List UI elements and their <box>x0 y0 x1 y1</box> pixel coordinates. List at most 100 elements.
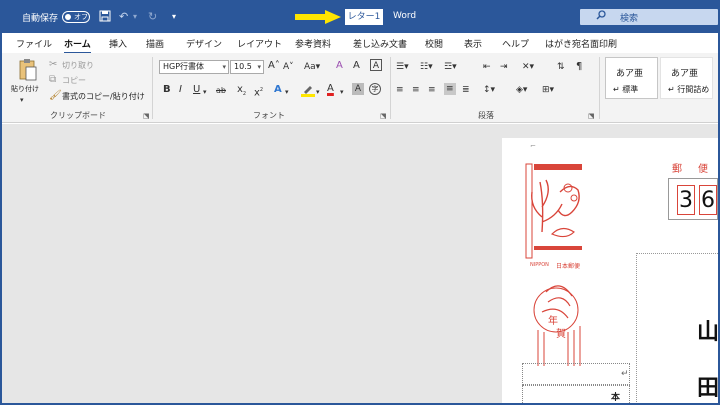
decrease-indent-icon[interactable]: ⇤ <box>483 61 491 73</box>
show-marks-icon[interactable]: ¶ <box>576 61 582 73</box>
increase-indent-icon[interactable]: ⇥ <box>500 61 508 73</box>
search-placeholder: 検索 <box>620 14 639 24</box>
justify-icon[interactable]: ≡ <box>444 83 456 95</box>
subscript-icon[interactable]: x2 <box>237 84 246 100</box>
clear-formatting-icon[interactable]: A <box>336 60 343 72</box>
address-box[interactable]: 山 田 <box>636 253 720 403</box>
font-size-value: 10.5 <box>234 62 252 71</box>
document-title: レター1 <box>345 9 383 25</box>
font-name-value: HGP行書体 <box>163 62 205 71</box>
ribbon-tabs: ファイル ホーム 挿入 描画 デザイン レイアウト 参考資料 差し込み文書 校閲… <box>2 33 718 54</box>
tab-layout[interactable]: レイアウト <box>237 37 282 50</box>
word-window: 自動保存 オフ ↶ ▾ ↻ ▾ レター1 Word 検索 ファイル ホーム 挿入… <box>0 0 720 405</box>
enclose-characters-icon[interactable]: 字 <box>369 83 381 95</box>
character-shading-icon[interactable]: A <box>352 83 364 95</box>
align-center-icon[interactable]: ≡ <box>412 84 420 96</box>
copy-icon[interactable]: ⧉ <box>49 74 56 86</box>
underline-dropdown-icon[interactable]: ▾ <box>203 86 207 98</box>
chevron-down-icon: ▾ <box>222 63 226 71</box>
underline-icon[interactable]: U <box>193 84 200 96</box>
toggle-knob <box>65 14 71 20</box>
address-char: 山 <box>697 319 720 345</box>
style-normal[interactable]: あア亜 ↵ 標準 <box>605 57 658 99</box>
format-painter-label[interactable]: 書式のコピー/貼り付け <box>62 91 145 102</box>
tab-design[interactable]: デザイン <box>186 37 222 50</box>
change-case-icon[interactable]: Aa▾ <box>304 61 320 73</box>
sender-box[interactable] <box>522 363 630 385</box>
format-painter-icon[interactable]: 🖌 <box>49 90 62 102</box>
paragraph-launcher-icon[interactable]: ⬔ <box>588 112 595 120</box>
autosave-label: 自動保存 <box>22 14 59 24</box>
paragraph-group-label: 段落 <box>478 111 494 120</box>
font-name-combo[interactable]: HGP行書体 ▾ <box>159 60 229 74</box>
tab-draw[interactable]: 描画 <box>146 37 164 50</box>
clipboard-launcher-icon[interactable]: ⬔ <box>143 112 150 120</box>
highlight-icon[interactable] <box>301 83 315 101</box>
separator <box>152 57 153 119</box>
tab-references[interactable]: 参考資料 <box>295 37 331 50</box>
save-icon[interactable] <box>99 10 111 25</box>
multilevel-list-icon[interactable]: ☲▾ <box>444 61 457 73</box>
postal-label-1: 郵 <box>672 164 682 175</box>
tab-view[interactable]: 表示 <box>464 37 482 50</box>
font-color-icon[interactable]: A <box>327 83 334 95</box>
character-border-icon[interactable]: A <box>370 59 382 71</box>
zip-code-box[interactable]: 3 6 <box>668 178 718 220</box>
title-bar: 自動保存 オフ ↶ ▾ ↻ ▾ レター1 Word 検索 <box>2 2 718 33</box>
shading-icon[interactable]: ◈▾ <box>516 84 527 96</box>
text-direction-icon[interactable]: ✕▾ <box>522 61 534 73</box>
style-no-spacing[interactable]: あア亜 ↵ 行間詰め <box>660 57 713 99</box>
italic-icon[interactable]: I <box>179 84 182 96</box>
font-color-dropdown-icon[interactable]: ▾ <box>340 86 344 98</box>
numbering-icon[interactable]: ☷▾ <box>420 61 433 73</box>
tab-review[interactable]: 校閲 <box>425 37 443 50</box>
font-size-combo[interactable]: 10.5 ▾ <box>230 60 264 74</box>
sort-icon[interactable]: ⇅ <box>557 61 565 73</box>
separator <box>599 57 600 119</box>
paste-icon[interactable] <box>18 58 38 86</box>
stamp-illustration-icon <box>525 163 582 259</box>
autosave-toggle[interactable]: オフ <box>62 11 90 23</box>
borders-icon[interactable]: ⊞▾ <box>542 84 554 96</box>
tab-home[interactable]: ホーム <box>64 37 91 54</box>
tab-file[interactable]: ファイル <box>16 37 52 50</box>
zip-digit: 3 <box>677 185 695 215</box>
grow-font-icon[interactable]: A˄ <box>268 60 280 72</box>
highlight-dropdown-icon[interactable]: ▾ <box>316 86 320 98</box>
strikethrough-icon[interactable]: ab <box>216 85 226 97</box>
align-left-icon[interactable]: ≡ <box>396 84 404 96</box>
tab-insert[interactable]: 挿入 <box>109 37 127 50</box>
tab-postcard-print[interactable]: はがき宛名面印刷 <box>545 37 617 50</box>
cut-icon[interactable]: ✂ <box>49 59 57 71</box>
bold-icon[interactable]: B <box>163 84 171 96</box>
redo-icon[interactable]: ↻ <box>148 10 157 23</box>
tab-mailings[interactable]: 差し込み文書 <box>353 37 407 50</box>
align-right-icon[interactable]: ≡ <box>428 84 436 96</box>
cut-label[interactable]: 切り取り <box>62 60 94 71</box>
nenga-char-2: 賀 <box>556 329 566 340</box>
line-spacing-icon[interactable]: ↕▾ <box>483 84 495 96</box>
font-launcher-icon[interactable]: ⬔ <box>380 112 387 120</box>
nenga-stamp-icon <box>533 285 581 366</box>
undo-icon[interactable]: ↶ <box>119 10 128 23</box>
font-group-label: フォント <box>253 111 285 120</box>
undo-dropdown-icon[interactable]: ▾ <box>133 12 137 21</box>
phonetic-guide-icon[interactable]: A <box>353 60 360 72</box>
autosave-state: オフ <box>74 13 88 21</box>
superscript-icon[interactable]: x2 <box>254 84 263 99</box>
separator <box>390 57 391 119</box>
paste-dropdown-icon[interactable]: ▾ <box>20 94 24 106</box>
postcard-page[interactable]: ⌐ NIPPON 日本郵便 年 賀 郵 便 3 6 山 田 ↵ 本 <box>502 138 720 403</box>
stamp-nippon-label: NIPPON <box>530 262 549 268</box>
search-box[interactable]: 検索 <box>580 9 718 25</box>
customize-toolbar-icon[interactable]: ▾ <box>172 12 176 21</box>
paste-label[interactable]: 貼り付け <box>11 84 39 94</box>
shrink-font-icon[interactable]: A˅ <box>283 61 294 73</box>
text-effects-dropdown-icon[interactable]: ▾ <box>285 86 289 98</box>
tab-help[interactable]: ヘルプ <box>502 37 529 50</box>
bullets-icon[interactable]: ☰▾ <box>396 61 409 73</box>
postal-label-2: 便 <box>698 164 708 175</box>
distributed-icon[interactable]: ≣ <box>462 84 470 96</box>
copy-label[interactable]: コピー <box>62 75 86 86</box>
text-effects-icon[interactable]: A <box>274 84 282 96</box>
